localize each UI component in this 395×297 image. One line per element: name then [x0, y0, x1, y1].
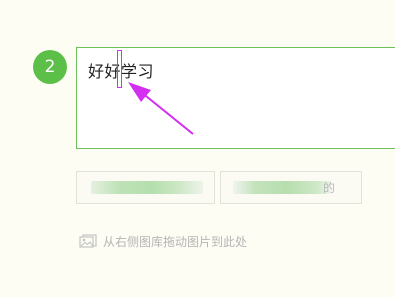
option-button-1[interactable]: [76, 171, 215, 204]
blurred-label: [91, 181, 203, 194]
image-drop-zone[interactable]: 从右侧图库拖动图片到此处: [79, 233, 247, 249]
option-button-2[interactable]: 的: [220, 171, 362, 204]
step-number-badge: 2: [33, 50, 67, 84]
drop-hint-text: 从右侧图库拖动图片到此处: [103, 234, 248, 249]
blurred-label: [233, 181, 331, 194]
answer-input[interactable]: 好好学习: [76, 47, 395, 149]
image-icon: [79, 234, 97, 248]
text-cursor-highlight: [117, 50, 122, 88]
option-button-2-label: 的: [322, 181, 335, 195]
